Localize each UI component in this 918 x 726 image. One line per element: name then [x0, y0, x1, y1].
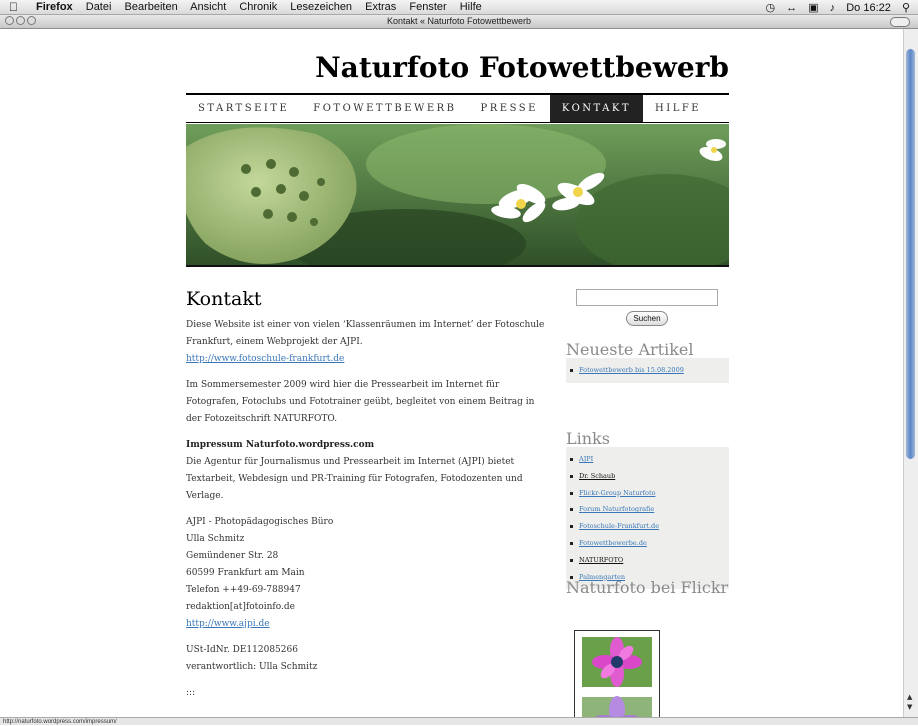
ajpi-link[interactable]: http://www.ajpi.de [186, 619, 270, 629]
header-banner-image [186, 124, 729, 267]
browser-viewport: Naturfoto Fotowettbewerb STARTSEITE FOTO… [0, 29, 903, 717]
ellipsis: ::: [186, 688, 196, 698]
impressum-heading: Impressum Naturfoto.wordpress.com [186, 440, 375, 450]
window-title: Kontakt « Naturfoto Fotowettbewerb [386, 16, 532, 26]
newest-articles-heading: Neueste Artikel [566, 340, 694, 359]
menubar-menus: Firefox Datei Bearbeiten Ansicht Chronik… [36, 1, 492, 13]
address-line: Gemündener Str. 28 [186, 551, 279, 561]
zoom-window-icon[interactable] [27, 16, 36, 25]
window-controls [5, 16, 38, 29]
sync-icon[interactable]: ↔ [786, 2, 797, 14]
status-url: http://naturfoto.wordpress.com/impressum… [3, 719, 117, 725]
display-icon[interactable]: ▣ [808, 2, 818, 14]
responsible-person: verantwortlich: Ulla Schmitz [186, 662, 318, 672]
menu-chronik[interactable]: Chronik [239, 1, 277, 13]
search-button[interactable]: Suchen [626, 311, 668, 326]
menu-fenster[interactable]: Fenster [409, 1, 446, 13]
fotoschule-link[interactable]: http://www.fotoschule-frankfurt.de [186, 354, 344, 364]
address-line: Ulla Schmitz [186, 534, 245, 544]
minimize-window-icon[interactable] [16, 16, 25, 25]
menu-hilfe[interactable]: Hilfe [460, 1, 482, 13]
links-list: AJPI Dr. Schaub Flickr-Group Naturfoto F… [566, 447, 729, 590]
menu-ansicht[interactable]: Ansicht [190, 1, 226, 13]
menubar-status-area: ◷ ↔ ▣ ♪ Do 16:22 ⚲ [757, 1, 910, 14]
lotus-banner-photo [186, 124, 729, 265]
list-item[interactable]: Forum Naturfotografie [566, 501, 729, 518]
list-item[interactable]: AJPI [566, 451, 729, 468]
flickr-badge [574, 630, 660, 717]
flickr-thumbnails[interactable] [575, 631, 660, 717]
nav-tab-kontakt[interactable]: KONTAKT [549, 95, 644, 122]
impressum-paragraph: Impressum Naturfoto.wordpress.com Die Ag… [186, 437, 546, 505]
address-block: AJPI - Photopädagogisches Büro Ulla Schm… [186, 514, 546, 633]
volume-icon[interactable]: ♪ [830, 2, 836, 14]
address-line: Telefon ++49-69-788947 [186, 585, 301, 595]
close-window-icon[interactable] [5, 16, 14, 25]
scroll-up-icon[interactable]: ▲ [907, 693, 912, 701]
list-item[interactable]: Flickr-Group Naturfoto [566, 485, 729, 502]
toolbar-toggle-icon[interactable] [890, 17, 910, 27]
main-content: Kontakt Diese Website ist einer von viel… [186, 287, 546, 711]
address-line: 60599 Frankfurt am Main [186, 568, 305, 578]
newest-articles-list: Fotowettbewerb bis 15.08.2009 [566, 358, 729, 383]
menu-extras[interactable]: Extras [365, 1, 396, 13]
main-navigation: STARTSEITE FOTOWETTBEWERB PRESSE KONTAKT… [186, 93, 729, 123]
links-heading: Links [566, 429, 610, 448]
spotlight-search-icon[interactable]: ⚲ [902, 2, 910, 14]
menu-lesezeichen[interactable]: Lesezeichen [290, 1, 352, 13]
menu-bearbeiten[interactable]: Bearbeiten [125, 1, 178, 13]
scrollbar-thumb[interactable] [906, 49, 915, 459]
list-item[interactable]: Fotowettbewerb bis 15.08.2009 [566, 362, 729, 379]
menubar-clock[interactable]: Do 16:22 [846, 2, 891, 14]
nav-tab-hilfe[interactable]: HILFE [643, 95, 713, 122]
semester-paragraph: Im Sommersemester 2009 wird hier die Pre… [186, 380, 535, 424]
address-line: redaktion[at]fotoinfo.de [186, 602, 295, 612]
menu-app-name[interactable]: Firefox [36, 1, 73, 13]
list-item[interactable]: Fotowettbewerbe.de [566, 535, 729, 552]
list-item[interactable]: Dr. Schaub [566, 468, 729, 485]
list-item[interactable]: Fotoschule-Frankfurt.de [566, 518, 729, 535]
nav-tab-presse[interactable]: PRESSE [469, 95, 550, 122]
vertical-scrollbar[interactable]: ▲ ▼ [903, 29, 918, 717]
time-machine-icon[interactable]: ◷ [765, 2, 775, 14]
mac-menubar:  Firefox Datei Bearbeiten Ansicht Chron… [0, 0, 918, 15]
apple-menu-icon[interactable]:  [9, 0, 18, 14]
menu-datei[interactable]: Datei [86, 1, 112, 13]
nav-tab-fotowettbewerb[interactable]: FOTOWETTBEWERB [301, 95, 468, 122]
search-input[interactable] [576, 289, 718, 306]
impressum-text: Die Agentur für Journalismus und Pressea… [186, 457, 523, 501]
window-titlebar: Kontakt « Naturfoto Fotowettbewerb [0, 15, 918, 29]
scroll-down-icon[interactable]: ▼ [907, 703, 912, 711]
browser-statusbar: http://naturfoto.wordpress.com/impressum… [0, 717, 918, 725]
address-line: AJPI - Photopädagogisches Büro [186, 517, 334, 527]
page-title: Kontakt [186, 288, 262, 310]
intro-paragraph: Diese Website ist einer von vielen ‘Klas… [186, 317, 546, 368]
legal-block: USt-IdNr. DE112085266 verantwortlich: Ul… [186, 642, 546, 676]
nav-tab-startseite[interactable]: STARTSEITE [186, 95, 301, 122]
intro-text: Diese Website ist einer von vielen ‘Klas… [186, 320, 545, 347]
ust-id: USt-IdNr. DE112085266 [186, 645, 298, 655]
list-item[interactable]: NATURFOTO [566, 552, 729, 569]
flickr-heading: Naturfoto bei Flickr [566, 578, 729, 597]
site-title[interactable]: Naturfoto Fotowettbewerb [186, 51, 729, 84]
